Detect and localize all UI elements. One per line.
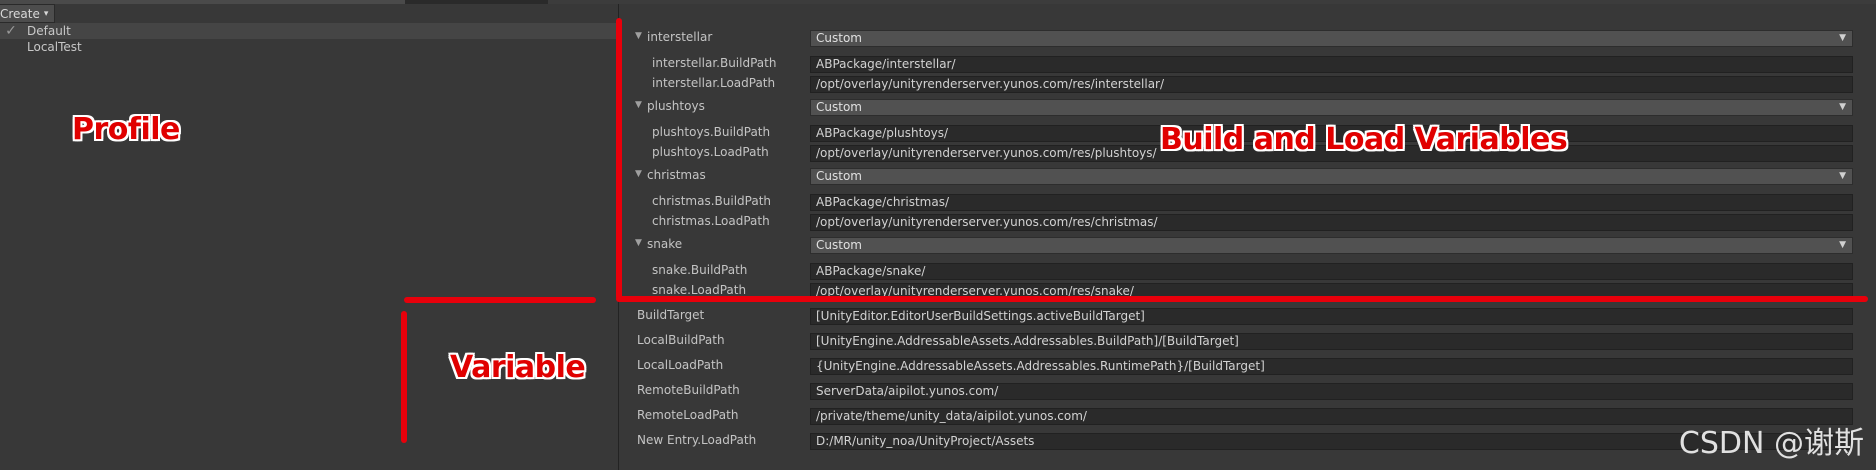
group-name: plushtoys — [647, 99, 705, 113]
variable-value-field[interactable]: /opt/overlay/unityrenderserver.yunos.com… — [810, 214, 1853, 231]
foldout-arrow-icon[interactable]: ▼ — [635, 169, 642, 179]
variable-label: snake.LoadPath — [652, 283, 747, 297]
variable-label: LocalLoadPath — [637, 358, 724, 372]
dropdown-value: Custom — [816, 100, 862, 114]
annotation-variable-label: Variable — [450, 350, 586, 385]
profile-item-default[interactable]: ✓ Default — [0, 23, 618, 39]
group-mode-dropdown[interactable]: Custom ▼ — [810, 99, 1853, 116]
group-header-plushtoys[interactable]: ▼ plushtoys Custom ▼ — [619, 98, 1876, 117]
annotation-variable-top-line — [404, 297, 596, 303]
variable-row: RemoteBuildPath ServerData/aipilot.yunos… — [619, 382, 1876, 401]
variable-label: BuildTarget — [637, 308, 705, 322]
annotation-bracket-horizontal — [616, 296, 1868, 302]
group-name: snake — [647, 237, 683, 251]
variable-value-field[interactable]: ABPackage/snake/ — [810, 263, 1853, 280]
foldout-arrow-icon[interactable]: ▼ — [635, 238, 642, 248]
variable-label: New Entry.LoadPath — [637, 433, 757, 447]
variable-row: LocalLoadPath {UnityEngine.AddressableAs… — [619, 357, 1876, 376]
dropdown-arrow-icon: ▼ — [1839, 102, 1846, 112]
group-name: christmas — [647, 168, 706, 182]
variable-value-field[interactable]: {UnityEngine.AddressableAssets.Addressab… — [810, 358, 1853, 375]
group-mode-dropdown[interactable]: Custom ▼ — [810, 237, 1853, 254]
dropdown-arrow-icon: ▼ — [1839, 33, 1846, 43]
variable-row: christmas.LoadPath /opt/overlay/unityren… — [619, 213, 1876, 232]
create-button[interactable]: Create ▾ — [0, 4, 56, 23]
group-name: interstellar — [647, 30, 713, 44]
annotation-bracket-vertical — [616, 18, 622, 300]
create-button-label: Create — [0, 6, 40, 21]
variable-value-field[interactable]: ABPackage/christmas/ — [810, 194, 1853, 211]
variable-label: RemoteLoadPath — [637, 408, 739, 422]
annotation-profile-label: Profile — [72, 112, 180, 147]
variable-label: plushtoys.LoadPath — [652, 145, 769, 159]
variable-label: LocalBuildPath — [637, 333, 725, 347]
variable-label: christmas.LoadPath — [652, 214, 770, 228]
dropdown-value: Custom — [816, 31, 862, 45]
group-mode-dropdown[interactable]: Custom ▼ — [810, 30, 1853, 47]
dropdown-arrow-icon: ▼ — [1839, 171, 1846, 181]
variable-row: LocalBuildPath [UnityEngine.AddressableA… — [619, 332, 1876, 351]
profile-item-label: Default — [27, 24, 71, 38]
variable-value-field[interactable]: /opt/overlay/unityrenderserver.yunos.com… — [810, 76, 1853, 93]
variable-label: snake.BuildPath — [652, 263, 748, 277]
variable-row: snake.BuildPath ABPackage/snake/ — [619, 262, 1876, 281]
watermark: CSDN @谢斯 — [1678, 426, 1864, 461]
variable-value-field[interactable]: [UnityEditor.EditorUserBuildSettings.act… — [810, 308, 1853, 325]
variable-value-field[interactable]: [UnityEngine.AddressableAssets.Addressab… — [810, 333, 1853, 350]
variable-label: interstellar.BuildPath — [652, 56, 777, 70]
variable-row: interstellar.LoadPath /opt/overlay/unity… — [619, 75, 1876, 94]
dropdown-value: Custom — [816, 238, 862, 252]
annotation-build-load-label: Build and Load Variables — [1160, 122, 1568, 157]
group-header-interstellar[interactable]: ▼ interstellar Custom ▼ — [619, 29, 1876, 48]
checkmark-icon: ✓ — [5, 23, 17, 39]
profile-item-label: LocalTest — [27, 40, 82, 54]
variable-row: christmas.BuildPath ABPackage/christmas/ — [619, 193, 1876, 212]
group-mode-dropdown[interactable]: Custom ▼ — [810, 168, 1853, 185]
variable-value-field[interactable]: ABPackage/interstellar/ — [810, 56, 1853, 73]
variables-pane: ▼ interstellar Custom ▼ interstellar.Bui… — [619, 4, 1876, 470]
dropdown-arrow-icon: ▼ — [1839, 240, 1846, 250]
dropdown-value: Custom — [816, 169, 862, 183]
foldout-arrow-icon[interactable]: ▼ — [635, 100, 642, 110]
variable-label: christmas.BuildPath — [652, 194, 772, 208]
foldout-arrow-icon[interactable]: ▼ — [635, 31, 642, 41]
variable-row: BuildTarget [UnityEditor.EditorUserBuild… — [619, 307, 1876, 326]
variable-label: RemoteBuildPath — [637, 383, 740, 397]
profile-item-localtest[interactable]: LocalTest — [0, 39, 618, 55]
annotation-variable-side-line — [401, 311, 407, 443]
profiles-pane: Create ▾ ✓ Default LocalTest — [0, 4, 618, 470]
group-header-christmas[interactable]: ▼ christmas Custom ▼ — [619, 167, 1876, 186]
variable-label: plushtoys.BuildPath — [652, 125, 771, 139]
variable-label: interstellar.LoadPath — [652, 76, 776, 90]
variable-row: interstellar.BuildPath ABPackage/interst… — [619, 55, 1876, 74]
group-header-snake[interactable]: ▼ snake Custom ▼ — [619, 236, 1876, 255]
chevron-down-icon: ▾ — [43, 8, 49, 19]
variable-value-field[interactable]: ServerData/aipilot.yunos.com/ — [810, 383, 1853, 400]
